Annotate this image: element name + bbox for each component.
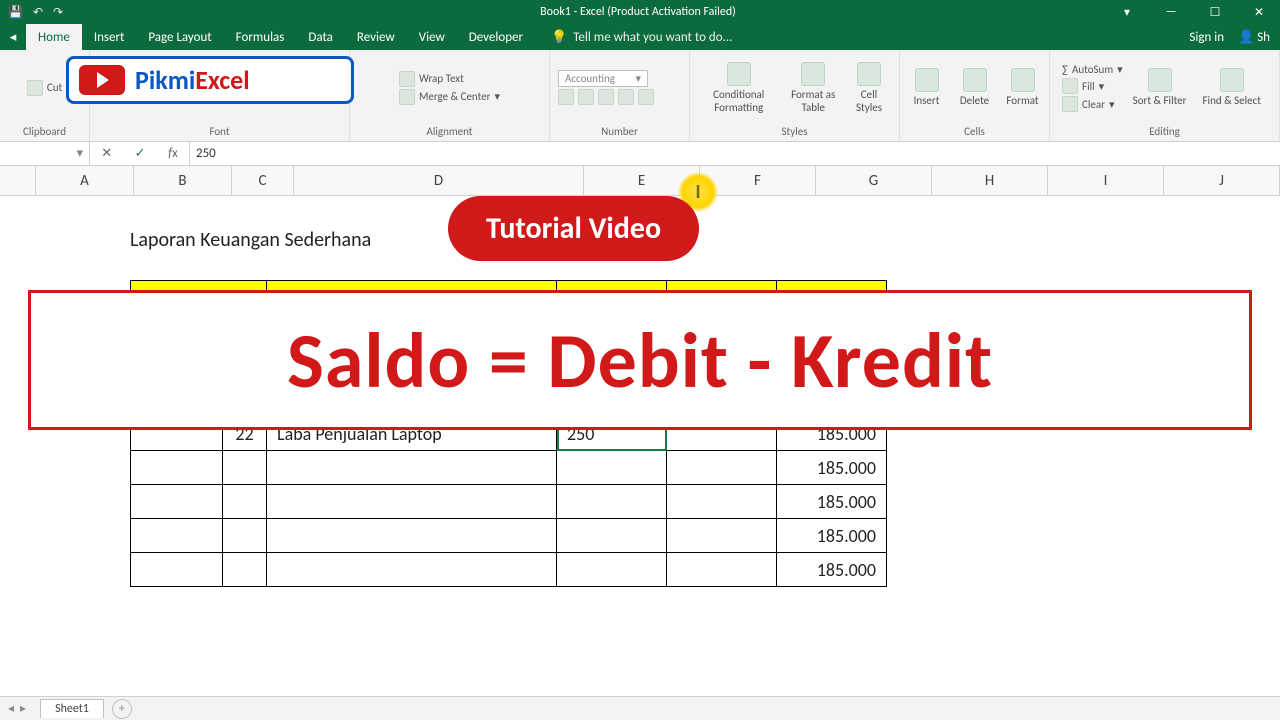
comma-icon[interactable] (598, 89, 614, 105)
group-clipboard-label: Clipboard (0, 125, 89, 141)
find-select-icon (1220, 68, 1244, 92)
tab-home[interactable]: Home (26, 24, 82, 50)
fx-icon[interactable]: fx (168, 146, 178, 161)
col-I[interactable]: I (1048, 166, 1164, 195)
sheet-tab-1[interactable]: Sheet1 (40, 699, 104, 718)
tab-insert[interactable]: Insert (82, 24, 137, 50)
group-styles-label: Styles (690, 125, 899, 141)
cell-styles-icon (857, 62, 881, 86)
insert-cells-button[interactable]: Insert (905, 66, 949, 109)
conditional-formatting-button[interactable]: Conditional Formatting (698, 60, 779, 116)
formula-text: Saldo = Debit - Kredit (287, 313, 993, 408)
title-bar: 💾 ↶ ↷ Book1 - Excel (Product Activation … (0, 0, 1280, 24)
col-C[interactable]: C (232, 166, 294, 195)
undo-icon[interactable]: ↶ (33, 5, 43, 20)
format-as-table-button[interactable]: Format as Table (783, 60, 843, 116)
minimize-icon[interactable]: — (1150, 5, 1192, 20)
clear-icon (1062, 96, 1078, 112)
select-all-corner[interactable] (0, 166, 36, 195)
number-format-select[interactable]: Accounting▾ (558, 70, 648, 87)
new-sheet-button[interactable]: + (112, 699, 132, 719)
fill-button[interactable]: Fill ▾ (1062, 78, 1104, 94)
merge-center-button[interactable]: Merge & Center ▾ (399, 89, 500, 105)
lightbulb-icon: 💡 (551, 30, 567, 45)
tab-view[interactable]: View (407, 24, 457, 50)
group-alignment-label: Alignment (350, 125, 549, 141)
formula-bar: ▾ ✕ ✓ fx 250 (0, 142, 1280, 166)
tab-formulas[interactable]: Formulas (224, 24, 297, 50)
col-H[interactable]: H (932, 166, 1048, 195)
percent-icon[interactable] (578, 89, 594, 105)
formula-callout: Saldo = Debit - Kredit (28, 290, 1252, 430)
col-J[interactable]: J (1164, 166, 1280, 195)
group-font-label: Font (90, 125, 349, 141)
cancel-entry-icon[interactable]: ✕ (101, 146, 112, 161)
cell-styles-button[interactable]: Cell Styles (847, 60, 891, 116)
currency-icon[interactable] (558, 89, 574, 105)
autosum-button[interactable]: ∑ AutoSum ▾ (1062, 63, 1123, 76)
share-button[interactable]: 👤 Sh (1238, 30, 1270, 45)
youtube-play-icon (79, 65, 125, 95)
table-row: 185.000 (131, 485, 887, 519)
cut-button[interactable]: Cut (27, 80, 62, 96)
delete-cells-icon (963, 68, 987, 92)
increase-decimal-icon[interactable] (618, 89, 634, 105)
report-title: Laporan Keuangan Sederhana (130, 228, 371, 252)
column-header-row: A B C D E F G H I J (0, 166, 1280, 196)
format-cells-icon (1011, 68, 1035, 92)
wrap-text-icon (399, 71, 415, 87)
close-icon[interactable]: ✕ (1238, 5, 1280, 20)
wrap-text-button[interactable]: Wrap Text (399, 71, 464, 87)
channel-logo: PikmiExcel (66, 56, 354, 104)
window-title: Book1 - Excel (Product Activation Failed… (170, 5, 1106, 19)
conditional-formatting-icon (727, 62, 751, 86)
group-editing-label: Editing (1050, 125, 1279, 141)
sign-in-link[interactable]: Sign in (1189, 30, 1224, 45)
ribbon-tabs: ◂ Home Insert Page Layout Formulas Data … (0, 24, 1280, 50)
sheet-prev-icon[interactable]: ◂ (8, 701, 14, 716)
find-select-button[interactable]: Find & Select (1197, 66, 1267, 109)
col-B[interactable]: B (134, 166, 232, 195)
enter-entry-icon[interactable]: ✓ (135, 146, 146, 161)
col-G[interactable]: G (816, 166, 932, 195)
format-cells-button[interactable]: Format (1001, 66, 1045, 109)
delete-cells-button[interactable]: Delete (953, 66, 997, 109)
scissors-icon (27, 80, 43, 96)
tab-developer[interactable]: Developer (457, 24, 535, 50)
quick-access-toolbar: 💾 ↶ ↷ (0, 5, 170, 20)
maximize-icon[interactable]: ☐ (1194, 5, 1236, 20)
clear-button[interactable]: Clear ▾ (1062, 96, 1115, 112)
col-A[interactable]: A (36, 166, 134, 195)
tutorial-video-badge: Tutorial Video (448, 196, 699, 261)
sheet-next-icon[interactable]: ▸ (20, 701, 26, 716)
sheet-tab-bar: ◂ ▸ Sheet1 + (0, 696, 1280, 720)
insert-cells-icon (915, 68, 939, 92)
fill-icon (1062, 78, 1078, 94)
table-row: 185.000 (131, 553, 887, 587)
tab-review[interactable]: Review (345, 24, 407, 50)
format-as-table-icon (801, 62, 825, 86)
decrease-decimal-icon[interactable] (638, 89, 654, 105)
name-box[interactable]: ▾ (0, 142, 90, 165)
table-row: 185.000 (131, 519, 887, 553)
worksheet-area[interactable]: I Laporan Keuangan Sederhana Tanggal Tra… (0, 196, 1280, 696)
merge-icon (399, 89, 415, 105)
sort-filter-icon (1148, 68, 1172, 92)
tell-me-input[interactable]: 💡 Tell me what you want to do... (535, 24, 1179, 50)
table-row: 185.000 (131, 451, 887, 485)
group-cells-label: Cells (900, 125, 1049, 141)
group-number-label: Number (550, 125, 689, 141)
ribbon-options-icon[interactable]: ▾ (1106, 5, 1148, 20)
col-D[interactable]: D (294, 166, 584, 195)
tab-data[interactable]: Data (296, 24, 345, 50)
redo-icon[interactable]: ↷ (53, 5, 63, 20)
tab-page-layout[interactable]: Page Layout (136, 24, 223, 50)
window-controls: ▾ — ☐ ✕ (1106, 5, 1280, 20)
sort-filter-button[interactable]: Sort & Filter (1127, 66, 1193, 109)
formula-input[interactable]: 250 (190, 142, 1280, 165)
file-tab-arrow-icon[interactable]: ◂ (0, 24, 26, 50)
save-icon[interactable]: 💾 (8, 5, 23, 20)
